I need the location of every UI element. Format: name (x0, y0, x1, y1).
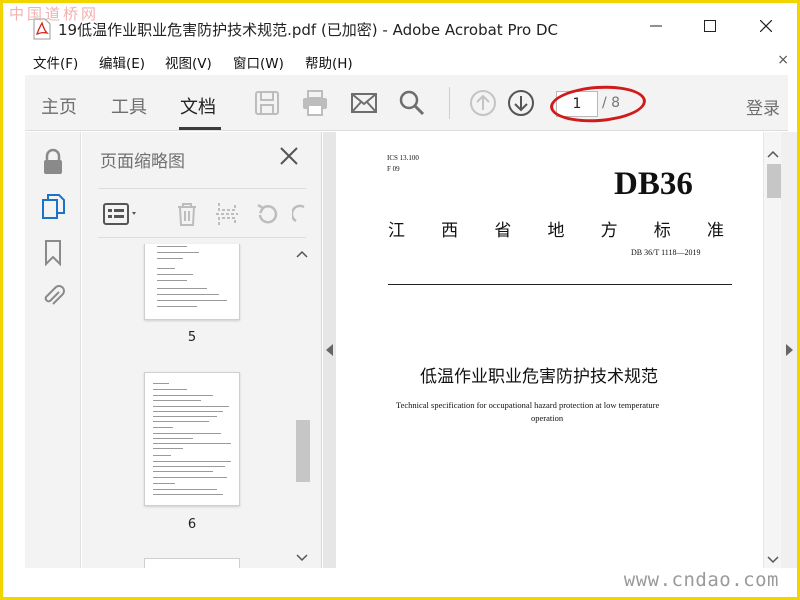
save-icon[interactable] (253, 89, 281, 117)
expand-right-icon (786, 344, 793, 356)
ics-code: ICS 13.100 (387, 154, 419, 162)
toolbar-separator (449, 87, 450, 119)
lock-icon[interactable] (39, 148, 67, 176)
title-bar: 19低温作业职业危害防护技术规范.pdf (已加密) - Adobe Acrob… (3, 3, 797, 45)
scroll-up-icon[interactable] (296, 250, 308, 258)
close-panel-icon[interactable] (279, 146, 299, 166)
next-page-icon[interactable] (507, 89, 535, 117)
close-icon (760, 20, 772, 32)
highlight-annotation-oval (548, 82, 648, 126)
watermark-top: 中国道桥网 (9, 5, 100, 23)
tab-tools[interactable]: 工具 (111, 93, 147, 119)
tab-home[interactable]: 主页 (41, 93, 77, 119)
previous-page-icon[interactable] (469, 89, 497, 117)
doc-scroll-down-icon[interactable] (767, 556, 779, 564)
email-icon[interactable] (350, 89, 378, 117)
print-icon[interactable] (301, 89, 329, 117)
document-title-en-line2: operation (531, 413, 564, 423)
menu-edit[interactable]: 编辑(E) (99, 52, 145, 72)
thumbnail-page-6[interactable] (144, 372, 240, 506)
rotate-counterclockwise-icon[interactable] (254, 201, 280, 227)
thumbnail-page-5[interactable] (144, 244, 240, 320)
thumbnail-options-icon[interactable] (102, 201, 140, 227)
extract-page-icon[interactable] (214, 201, 240, 227)
document-view[interactable]: ICS 13.100 F 09 DB36 江 西 省 地 方 标 准 DB 36… (336, 132, 763, 568)
standard-number: DB 36/T 1118—2019 (631, 248, 701, 257)
document-scrollbar[interactable] (763, 132, 781, 568)
active-tab-indicator (179, 127, 221, 130)
scroll-down-icon[interactable] (296, 554, 308, 562)
bookmark-icon[interactable] (39, 238, 67, 266)
menu-bar: 文件(F) 编辑(E) 视图(V) 窗口(W) 帮助(H) × (3, 47, 797, 73)
menu-file[interactable]: 文件(F) (33, 52, 78, 72)
attachment-icon[interactable] (39, 282, 67, 310)
thumbnail-page-7[interactable] (144, 558, 240, 568)
minimize-icon (650, 25, 662, 27)
maximize-icon (704, 20, 716, 32)
rotate-clockwise-icon[interactable] (292, 201, 306, 227)
tab-document[interactable]: 文档 (180, 93, 216, 119)
menu-help[interactable]: 帮助(H) (305, 52, 353, 72)
delete-page-icon[interactable] (174, 201, 200, 227)
close-window-button[interactable] (743, 11, 789, 41)
minimize-button[interactable] (633, 11, 679, 41)
doc-scroll-up-icon[interactable] (767, 150, 779, 158)
page-thumbnails-panel: 页面缩略图 5 6 (82, 132, 322, 568)
collapse-left-icon (326, 344, 333, 356)
watermark-bottom: www.cndao.com (623, 569, 779, 591)
pdf-page: ICS 13.100 F 09 DB36 江 西 省 地 方 标 准 DB 36… (336, 132, 763, 568)
standard-type-heading: 江 西 省 地 方 标 准 (388, 221, 724, 241)
ccs-code: F 09 (387, 165, 400, 173)
thumbnails-scroll-thumb[interactable] (296, 420, 310, 482)
login-link[interactable]: 登录 (746, 94, 780, 119)
main-toolbar: 主页 工具 文档 1 / 8 登录 (25, 75, 788, 131)
standard-code: DB36 (614, 166, 693, 202)
maximize-button[interactable] (687, 11, 733, 41)
document-scroll-thumb[interactable] (767, 164, 781, 198)
thumbnail-label-6: 6 (187, 517, 197, 532)
menu-view[interactable]: 视图(V) (165, 52, 212, 72)
search-icon[interactable] (398, 89, 426, 117)
document-title-cn: 低温作业职业危害防护技术规范 (420, 367, 658, 387)
thumbnails-scrollbar[interactable] (293, 244, 311, 566)
menu-window[interactable]: 窗口(W) (233, 52, 284, 72)
thumbnails-toolbar (98, 188, 306, 238)
menu-close-icon[interactable]: × (777, 52, 789, 68)
header-rule (388, 284, 732, 285)
document-title-en-line1: Technical specification for occupational… (396, 400, 660, 410)
thumbnails-panel-title: 页面缩略图 (100, 152, 185, 172)
page-thumbnails-icon[interactable] (39, 192, 67, 220)
navigation-rail (25, 132, 81, 568)
thumbnail-label-5: 5 (187, 330, 197, 345)
panel-collapse-handle[interactable] (323, 132, 336, 568)
window-title: 19低温作业职业危害防护技术规范.pdf (已加密) - Adobe Acrob… (58, 21, 559, 39)
right-pane-handle[interactable] (781, 132, 797, 568)
